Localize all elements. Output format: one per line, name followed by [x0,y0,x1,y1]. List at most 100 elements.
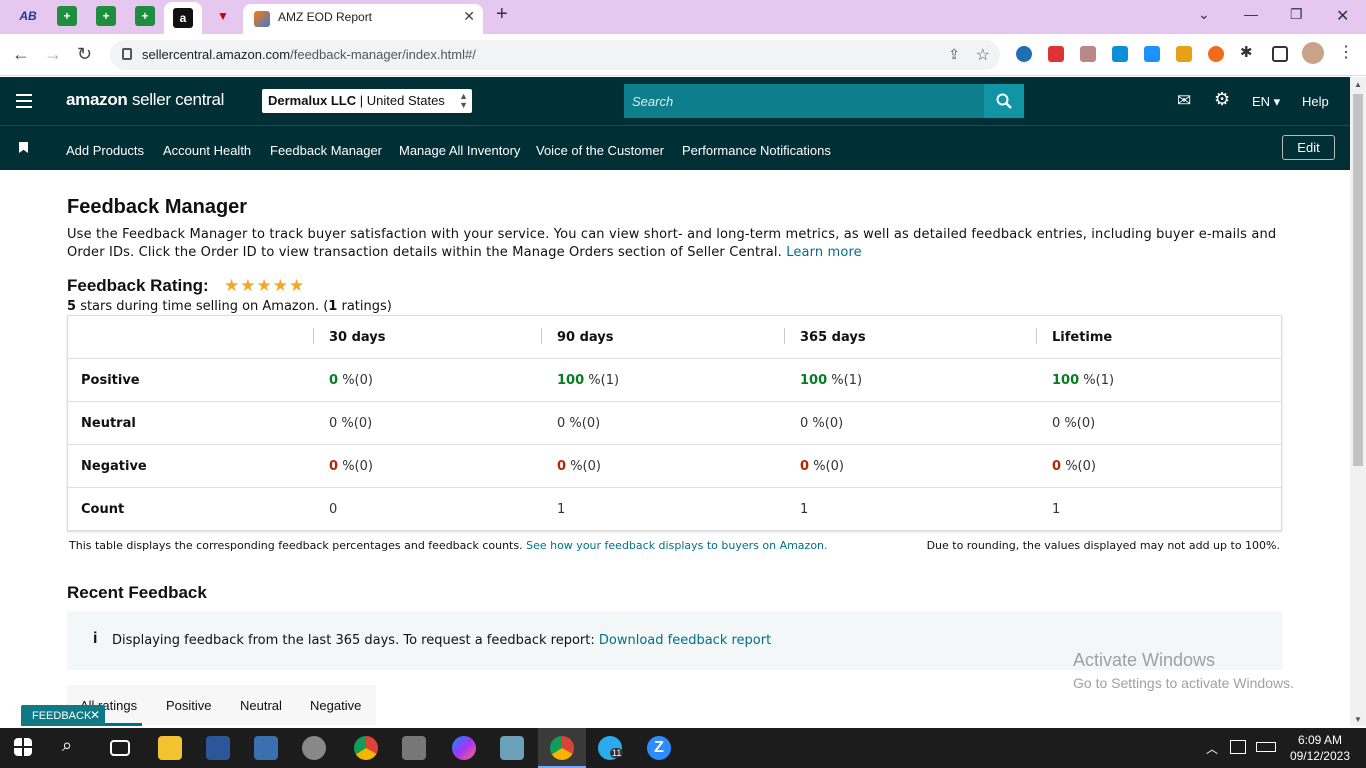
tab-positive[interactable]: Positive [166,698,212,713]
feedback-display-link[interactable]: See how your feedback displays to buyers… [526,539,827,552]
feedback-rating-heading: Feedback Rating: [67,276,209,295]
bookmark-icon[interactable] [19,142,28,153]
table-cell: 100 %(1) [800,373,863,388]
extension-7-icon[interactable] [1208,46,1224,62]
scroll-thumb[interactable] [1353,94,1363,466]
info-icon: i [93,630,98,647]
pinned-tab-red[interactable]: ▼ [213,6,233,26]
pinned-tab-ab[interactable]: AB [18,6,38,26]
gear-icon[interactable]: ⚙ [1214,89,1230,110]
tab-neutral[interactable]: Neutral [240,698,282,713]
browser-menu-icon[interactable]: ⋮ [1338,42,1354,61]
mail-icon[interactable]: ✉ [1177,91,1191,111]
search-input[interactable]: Search [624,84,984,118]
network-icon[interactable] [1230,740,1246,754]
row-label: Positive [81,373,140,388]
table-header-row: 30 days 90 days 365 days Lifetime [68,316,1281,359]
search-icon[interactable]: ⌕ [62,735,86,759]
learn-more-link[interactable]: Learn more [786,245,862,260]
nav-performance-notifications[interactable]: Performance Notifications [682,143,831,158]
profile-avatar[interactable] [1302,42,1324,64]
file-explorer-icon[interactable] [158,736,182,760]
nav-add-products[interactable]: Add Products [66,143,144,158]
app-icon[interactable] [254,736,278,760]
extension-fba-icon[interactable] [1112,46,1128,62]
watermark-subtitle: Go to Settings to activate Windows. [1073,675,1294,691]
nav-voice-of-the-customer[interactable]: Voice of the Customer [536,143,664,158]
tab-negative[interactable]: Negative [310,698,361,713]
page-scrollbar[interactable]: ▲ ▼ [1350,77,1366,726]
minimize-icon[interactable]: — [1244,6,1258,22]
scroll-down-icon[interactable]: ▼ [1354,715,1362,724]
messenger-icon[interactable] [452,736,476,760]
nav-manage-all-inventory[interactable]: Manage All Inventory [399,143,520,158]
close-tab-icon[interactable]: ✕ [463,8,475,25]
search-icon [996,93,1012,109]
extension-2-icon[interactable] [1048,46,1064,62]
pinned-tab-sheets-3[interactable]: + [135,6,155,26]
account-switcher[interactable]: Dermalux LLC | United States ▲ ▼ [262,89,472,113]
hamburger-menu-icon[interactable] [16,94,32,108]
table-cell: 0 %(0) [329,459,373,474]
snipping-tool-icon[interactable] [302,736,326,760]
feedback-widget-button[interactable]: FEEDBACK ✕ [21,705,105,726]
extension-6-icon[interactable] [1176,46,1192,62]
word-icon[interactable] [206,736,230,760]
chrome-icon[interactable] [354,736,378,760]
telegram-icon[interactable]: 11 [598,736,624,760]
bookmark-star-icon[interactable]: ☆ [976,45,990,65]
restore-icon[interactable]: ❐ [1290,6,1303,23]
share-icon[interactable]: ⇪ [948,46,960,63]
zoom-icon[interactable]: Z [647,736,671,760]
tab-amz-eod-report[interactable]: AMZ EOD Report ✕ [243,4,483,34]
side-panel-icon[interactable] [1272,46,1288,62]
nav-feedback-manager[interactable]: Feedback Manager [270,143,382,158]
tab-search-chevron-icon[interactable]: ⌄ [1198,6,1210,23]
column-divider [541,328,542,344]
row-label: Negative [81,459,147,474]
notification-badge: 11 [610,748,624,758]
app-icon-2[interactable] [500,736,524,760]
page-title: Feedback Manager [67,196,248,218]
amazon-icon: a [173,8,193,28]
task-view-icon[interactable] [110,740,130,756]
download-feedback-report-link[interactable]: Download feedback report [599,633,771,648]
clock-time: 6:09 AM [1297,733,1342,747]
column-divider [313,328,314,344]
search-button[interactable] [984,84,1024,118]
show-hidden-icons-icon[interactable]: ︿ [1206,740,1218,757]
nav-account-health[interactable]: Account Health [163,143,251,158]
reload-icon[interactable]: ↻ [77,44,92,65]
column-header-lifetime: Lifetime [1052,330,1113,345]
scroll-up-icon[interactable]: ▲ [1354,80,1362,89]
close-icon[interactable]: ✕ [90,708,100,722]
system-clock[interactable]: 6:09 AM 09/12/2023 [1290,732,1350,764]
language-selector[interactable]: EN ▾ [1252,94,1280,110]
help-link[interactable]: Help [1302,94,1329,109]
pinned-tab-amazon[interactable]: a [164,2,202,34]
back-icon[interactable]: ← [12,44,30,65]
windows-start-icon[interactable] [14,738,32,756]
new-tab-icon[interactable]: + [496,3,508,26]
pinned-tab-sheets-1[interactable]: + [57,6,77,26]
table-cell: 0 [329,502,338,517]
row-label: Count [81,502,125,517]
forward-icon[interactable]: → [44,44,62,65]
rating-summary: 5 stars during time selling on Amazon. (… [67,299,392,314]
edit-button[interactable]: Edit [1282,135,1335,160]
table-cell: 1 [1052,502,1061,517]
table-cell: 0 %(0) [557,459,601,474]
extension-3-icon[interactable] [1080,46,1096,62]
calculator-icon[interactable] [402,736,426,760]
pinned-tab-sheets-2[interactable]: + [96,6,116,26]
column-header-90-days: 90 days [557,330,614,345]
active-taskbar-item[interactable] [538,728,586,768]
keyboard-icon[interactable] [1256,742,1276,752]
seller-central-logo[interactable]: amazon seller central [66,90,224,110]
address-bar[interactable]: sellercentral.amazon.com/feedback-manage… [110,40,1000,70]
extensions-puzzle-icon[interactable]: ✱ [1240,43,1256,61]
extension-5-icon[interactable] [1144,46,1160,62]
close-window-icon[interactable]: ✕ [1336,6,1349,26]
extension-1-icon[interactable] [1016,46,1032,62]
table-note: This table displays the corresponding fe… [69,539,828,552]
